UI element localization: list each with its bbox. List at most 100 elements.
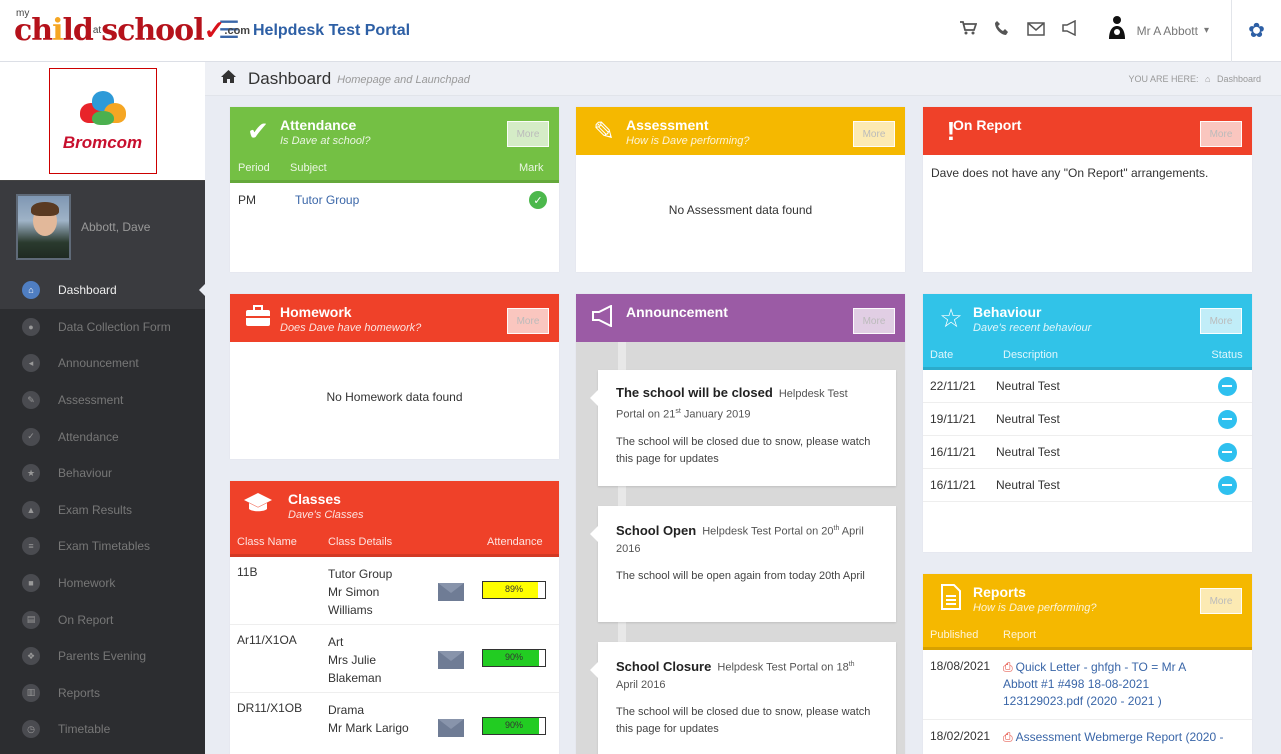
sidebar-item-timetable[interactable]: ◷ Timetable [0,711,205,748]
star-icon: ★ [22,464,40,483]
table-row: 18/02/2021 ⎙ Assessment Webmerge Report (2… [923,720,1252,754]
table-row: DR11/X1OB Drama Mr Mark Larigo 90% [230,693,559,754]
gear-icon[interactable]: ✿ [1231,0,1281,62]
assessment-panel: ✎ Assessment How is Dave performing? Mor… [576,107,905,272]
graduation-cap-icon [242,491,274,519]
sidebar-item-dashboard[interactable]: ⌂ Dashboard [0,272,205,309]
present-check-icon: ✓ [529,191,547,209]
breadcrumb: YOU ARE HERE: ⌂ Dashboard [1128,73,1261,84]
sidebar-item-exam-timetables[interactable]: ≡ Exam Timetables [0,528,205,565]
neutral-status-icon [1217,442,1237,462]
sidebar-item-reports[interactable]: ▥ Reports [0,675,205,712]
cart-icon[interactable] [951,20,985,41]
sidebar-item-data-collection-form[interactable]: ● Data Collection Form [0,309,205,346]
table-row: 11B Tutor Group Mr Simon Williams 89% [230,557,559,625]
announcement-item[interactable]: School Open Helpdesk Test Portal on 20th… [590,506,896,622]
onreport-more-button[interactable]: More [1200,121,1242,147]
report-link[interactable]: ⎙ Assessment Webmerge Report (2020 - [1003,729,1252,746]
sidebar-item-parents-evening[interactable]: ❖ Parents Evening [0,638,205,675]
pdf-icon: ⎙ [1003,730,1013,744]
home-icon[interactable] [221,70,236,87]
user-name: Mr A Abbott [1136,23,1198,38]
report-icon: ▥ [22,683,40,702]
sidebar-item-exam-results[interactable]: ▲ Exam Results [0,492,205,529]
caret-down-icon: ▾ [1203,25,1209,36]
neutral-status-icon [1217,409,1237,429]
sidebar-item-assessment[interactable]: ✎ Assessment [0,382,205,419]
sidebar-item-announcement[interactable]: ◂ Announcement [0,345,205,382]
attendance-bar: 90% [482,649,546,667]
breadcrumb-dashboard[interactable]: Dashboard [1217,74,1261,84]
phone-icon[interactable] [985,20,1019,41]
announcement-item[interactable]: School Closure Helpdesk Test Portal on 1… [590,642,896,754]
announcement-item[interactable]: The school will be closed Helpdesk Test … [590,370,896,486]
top-bar: my ch i ld at school ✓ .com ☰ Helpdesk Test Po… [0,0,1281,62]
parent-child-icon [1105,15,1129,47]
behaviour-panel: ☆ Behaviour Dave's recent behaviour More… [923,294,1252,552]
neutral-status-icon [1217,376,1237,396]
classes-panel: Classes Dave's Classes Class Name Class … [230,481,559,754]
graduation-icon: ▲ [22,500,40,519]
briefcase-icon: ■ [22,574,40,593]
sidebar-item-label: Dashboard [58,283,117,298]
table-row[interactable]: 22/11/21 Neutral Test [923,370,1252,403]
assessment-more-button[interactable]: More [853,121,895,147]
sidebar-item-on-report[interactable]: ▤ On Report [0,601,205,638]
attendance-panel: ✔ Attendance Is Dave at school? More Per… [230,107,559,272]
pencil-icon: ✎ [22,391,40,410]
announcement-more-button[interactable]: More [853,308,895,334]
sidebar-item-label: Exam Timetables [58,539,151,554]
report-document-icon [935,584,967,615]
home-icon: ⌂ [22,281,40,300]
pdf-icon: ⎙ [1003,660,1013,674]
check-icon: ✓ [22,427,40,446]
attendance-more-button[interactable]: More [507,121,549,147]
sidebar-item-label: Behaviour [58,466,113,481]
announcement-timeline[interactable]: The school will be closed Helpdesk Test … [576,342,905,754]
megaphone-icon [588,304,620,332]
sidebar-item-label: On Report [58,612,114,627]
sidebar: Bromcom Abbott, Dave ⌂ Dashboard ● Data Col… [0,62,205,754]
announcement-panel: Announcement More The school will be clo… [576,294,905,754]
clock-icon: ◷ [22,720,40,739]
page-title: Dashboard [248,68,332,88]
mychildatschool-logo[interactable]: my ch i ld at school ✓ .com [0,0,250,62]
student-profile[interactable]: Abbott, Dave [0,180,205,272]
envelope-icon[interactable] [438,583,464,601]
home-icon: ⌂ [1205,73,1211,84]
sidebar-item-behaviour[interactable]: ★ Behaviour [0,455,205,492]
sidebar-item-label: Homework [58,576,116,591]
behaviour-more-button[interactable]: More [1200,308,1242,334]
reports-more-button[interactable]: More [1200,588,1242,614]
person-icon: ● [22,317,40,336]
sidebar-nav: ⌂ Dashboard ● Data Collection Form ◂ Announce… [0,272,205,748]
sidebar-item-label: Announcement [58,356,139,371]
sidebar-item-label: Exam Results [58,502,133,517]
homework-empty-message: No Homework data found [326,390,463,404]
table-row[interactable]: 16/11/21 Neutral Test [923,436,1252,469]
table-row[interactable]: 19/11/21 Neutral Test [923,403,1252,436]
megaphone-icon[interactable] [1053,19,1087,41]
report-link[interactable]: ⎙ Quick Letter - ghfgh - TO = Mr A Abbott … [1003,659,1252,710]
briefcase-icon [242,304,274,332]
attendance-bar: 90% [482,717,546,735]
user-menu[interactable]: Mr A Abbott ▾ [1105,15,1209,47]
envelope-icon[interactable] [438,651,464,669]
reports-panel: Reports How is Dave performing? More Pub… [923,574,1252,754]
school-name: Bromcom [62,133,143,152]
attendance-bar: 89% [482,581,546,599]
sidebar-item-label: Reports [58,685,101,700]
homework-more-button[interactable]: More [507,308,549,334]
sidebar-item-label: Parents Evening [58,649,147,664]
pencil-icon: ✎ [593,116,615,146]
school-logo: Bromcom [48,68,157,174]
sidebar-item-attendance[interactable]: ✓ Attendance [0,418,205,455]
mail-icon[interactable] [1019,20,1053,41]
envelope-icon[interactable] [438,719,464,737]
sidebar-item-homework[interactable]: ■ Homework [0,565,205,602]
bromcom-logo-mark [72,89,134,127]
document-icon: ▤ [22,610,40,629]
table-row[interactable]: 16/11/21 Neutral Test [923,469,1252,502]
page-header: Dashboard Homepage and Launchpad YOU ARE… [205,62,1281,96]
portal-title: Helpdesk Test Portal [253,21,411,39]
